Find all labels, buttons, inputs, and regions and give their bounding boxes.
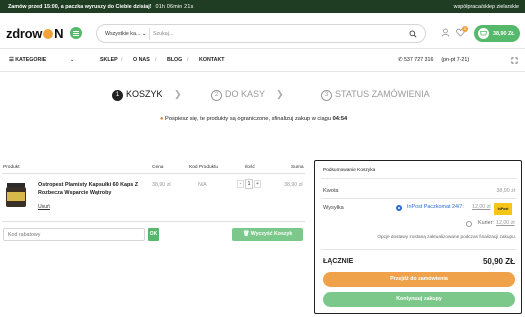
proceed-to-order-button[interactable]: Przejdź do zamówienia — [323, 272, 515, 287]
total-value: 50,90 ZŁ — [482, 257, 515, 266]
promo-text: Zamów przed 15:00, a paczka wyruszy do C… — [8, 3, 194, 10]
header-price: Cena — [152, 165, 164, 170]
shipping-option-inpost[interactable]: InPost Paczkomat 24/7: — [407, 204, 464, 210]
hamburger-icon: ☰ — [9, 57, 14, 63]
hurry-message: ● Pospiesz się, te produkty są ograniczo… — [160, 116, 348, 122]
product-sum: 38,90 zł — [284, 182, 303, 188]
step-order-status: 3 STATUS ZAMÓWIENIA — [321, 89, 430, 101]
continue-shopping-button[interactable]: Kontynuuj zakupy — [323, 292, 515, 307]
shipping-option-courier[interactable]: Kurier: — [478, 220, 494, 226]
clear-cart-button[interactable]: 🗑 Wyczyść Koszyk — [232, 228, 303, 241]
subtotal-label: Kwota — [323, 188, 339, 194]
contact-phone[interactable]: ✆ 537 727 316 (pn-pt 7-21) — [398, 57, 469, 63]
summary-divider — [321, 178, 517, 179]
cart-icon — [478, 28, 489, 39]
header-product: Produkt — [3, 165, 20, 170]
search-bar: Wszystkie ka... ⌄ — [96, 24, 426, 43]
search-input[interactable] — [153, 28, 393, 40]
quantity-stepper: - 1 + — [236, 179, 262, 189]
promo-bar: Zamów przed 15:00, a paczka wyruszy do C… — [0, 0, 525, 13]
search-divider — [149, 28, 150, 40]
increase-button[interactable]: + — [254, 180, 261, 188]
cart-button[interactable]: 38,90 ZŁ — [474, 25, 520, 42]
logo-leaf-icon — [43, 29, 54, 39]
summary-divider — [321, 249, 517, 250]
inpost-logo: InPost — [494, 203, 512, 215]
nav-item-o-nas[interactable]: O NAS — [121, 57, 150, 63]
cart-total: 38,90 ZŁ — [493, 31, 515, 37]
product-name[interactable]: Ostropest Plamisty Kapsułki 60 Kaps Z Ro… — [38, 181, 142, 197]
nav-item-kontakt[interactable]: KONTAKT — [187, 57, 224, 63]
nav-top-divider — [0, 48, 525, 49]
search-category-select[interactable]: Wszystkie ka... ⌄ — [105, 31, 146, 37]
product-price: 38,90 zł — [152, 182, 171, 188]
countdown-timer: 01h 06min 21s — [155, 3, 194, 10]
account-icon[interactable] — [441, 28, 450, 37]
table-row-divider — [2, 221, 305, 222]
wishlist-count-badge: 0 — [462, 26, 468, 32]
decrease-button[interactable]: - — [237, 180, 244, 188]
nav-item-sklep[interactable]: SKLEP — [100, 57, 118, 63]
header-sum: Suma — [291, 165, 304, 170]
remove-link[interactable]: Usuń — [38, 204, 50, 210]
expand-icon[interactable] — [511, 57, 518, 64]
trash-icon: 🗑 — [242, 231, 250, 237]
header-code: Kod Produktu — [189, 165, 219, 170]
shipping-note: Opcje dostawy zostaną zaktualizowane pod… — [377, 234, 516, 239]
shipping-radio-inpost[interactable] — [396, 205, 402, 211]
subtotal-value: 38,90 zł — [496, 188, 515, 194]
coupon-ok-button[interactable]: OK — [148, 228, 159, 241]
product-code: N/A — [198, 182, 207, 188]
quantity-value[interactable]: 1 — [245, 179, 253, 189]
chevron-down-icon: ⌄ — [141, 31, 147, 37]
categories-menu[interactable]: ☰ KATEGORIE ⌄ — [9, 57, 74, 63]
shipping-price-courier: 12,00 zł — [496, 220, 515, 226]
product-image[interactable] — [5, 182, 27, 208]
logo[interactable]: zdrow N — [6, 26, 63, 41]
table-header-divider — [2, 173, 305, 174]
step-checkout: 2 DO KASY — [211, 89, 265, 101]
summary-title: Podsumowanie Koszyka — [323, 168, 376, 173]
nav-bottom-divider — [0, 71, 525, 72]
shipping-radio-courier[interactable] — [466, 221, 472, 227]
coupon-field — [3, 228, 145, 241]
step-arrow-icon: ❯ — [276, 89, 284, 99]
menu-toggle-button[interactable] — [70, 27, 82, 39]
header-quantity: Ilość — [245, 165, 255, 170]
search-icon[interactable] — [409, 30, 417, 38]
step-cart: 1 KOSZYK — [112, 89, 163, 101]
cooperation-link[interactable]: współpraca/sklep zielarskie — [454, 4, 519, 10]
step-arrow-icon: ❯ — [174, 89, 182, 99]
chevron-down-icon: ⌄ — [69, 57, 75, 63]
summary-divider — [321, 198, 517, 199]
hurry-timer: 04:54 — [332, 116, 348, 122]
nav-item-blog[interactable]: BLOG — [155, 57, 183, 63]
shipping-label: Wysyłka — [323, 205, 344, 211]
total-label: ŁĄCZNIE — [323, 258, 354, 265]
phone-icon: ✆ — [398, 57, 403, 63]
contact-hours: (pn-pt 7-21) — [441, 57, 470, 63]
coupon-input[interactable] — [8, 231, 138, 239]
shipping-price-inpost: 12,00 zł — [472, 204, 491, 210]
fire-icon: ● — [160, 116, 164, 122]
